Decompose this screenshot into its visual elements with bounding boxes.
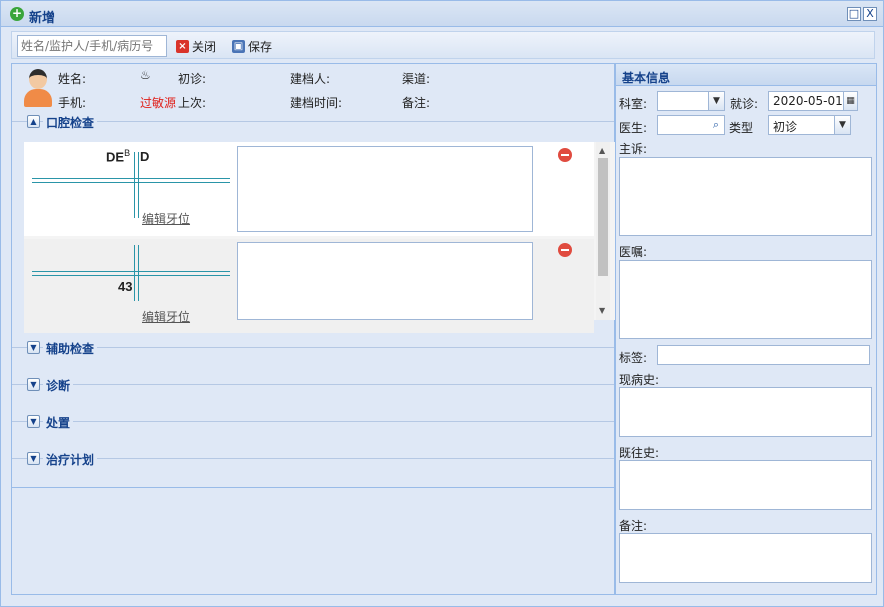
save-icon: ▣ xyxy=(232,39,245,53)
channel-label: 渠道: xyxy=(402,72,431,86)
section-oral-exam[interactable]: ▲ 口腔检查 xyxy=(12,112,614,132)
note-label: 备注: xyxy=(619,519,648,533)
creator-label: 建档人: xyxy=(290,72,331,86)
type-label: 类型 xyxy=(729,121,754,135)
type-value: 初诊 xyxy=(773,120,798,134)
phone-label: 手机: xyxy=(58,96,87,110)
last-visit-label: 上次: xyxy=(178,96,207,110)
tag-input[interactable] xyxy=(657,345,870,365)
section-title: 诊断 xyxy=(43,377,74,394)
dept-label: 科室: xyxy=(619,97,648,111)
exam-row: DEB D 编辑牙位 xyxy=(24,142,594,236)
expand-icon[interactable]: ▼ xyxy=(27,378,40,391)
restore-button[interactable]: □ xyxy=(847,7,861,21)
tooth-chart[interactable]: 43 编辑牙位 xyxy=(24,239,234,333)
window-title: 新增 xyxy=(29,11,56,26)
visit-date-field[interactable]: 2020-05-01 ▦ xyxy=(768,91,858,111)
note-textarea[interactable] xyxy=(619,533,872,583)
scroll-thumb[interactable] xyxy=(598,158,608,276)
complaint-textarea[interactable] xyxy=(619,157,872,236)
close-button[interactable]: × 关闭 xyxy=(176,37,216,55)
toolbar: × 关闭 ▣ 保存 xyxy=(11,31,875,59)
tooth-chart[interactable]: DEB D 编辑牙位 xyxy=(24,142,234,236)
collapse-icon[interactable]: ▲ xyxy=(27,115,40,128)
expand-icon[interactable]: ▼ xyxy=(27,452,40,465)
scroll-up-icon[interactable]: ▲ xyxy=(599,146,605,155)
tag-label: 标签: xyxy=(619,351,648,365)
chevron-down-icon[interactable]: ▼ xyxy=(834,116,850,134)
patient-info: 姓名: ♨ 初诊: 建档人: 渠道: 手机: 过敏源 上次: 建档时间: 备注: xyxy=(12,64,614,112)
avatar xyxy=(22,67,54,109)
type-select[interactable]: 初诊 ▼ xyxy=(768,115,851,135)
section-aux-exam[interactable]: ▼ 辅助检查 xyxy=(12,338,614,358)
patient-search-input[interactable] xyxy=(17,35,167,57)
dept-select[interactable]: ▼ xyxy=(657,91,725,111)
cake-icon: ♨ xyxy=(140,68,151,82)
divider xyxy=(12,487,614,488)
section-title: 辅助检查 xyxy=(43,340,98,357)
name-label: 姓名: xyxy=(58,72,87,86)
tooth-lower-left: 43 xyxy=(118,279,133,294)
scroll-down-icon[interactable]: ▼ xyxy=(599,306,605,315)
dialog-window: + 新增 □ X × 关闭 ▣ 保存 姓名: ♨ 初诊: 建档人: 渠道: 手机… xyxy=(0,0,884,607)
doctor-label: 医生: xyxy=(619,121,648,135)
section-title: 处置 xyxy=(43,414,74,431)
remove-icon[interactable] xyxy=(558,243,572,257)
oral-exam-list: DEB D 编辑牙位 43 编辑牙位 xyxy=(24,142,622,333)
close-icon: × xyxy=(176,39,189,53)
close-button-label: 关闭 xyxy=(192,39,217,54)
remark-label: 备注: xyxy=(402,96,431,110)
first-visit-label: 初诊: xyxy=(178,72,207,86)
created-time-label: 建档时间: xyxy=(290,96,343,110)
past-history-textarea[interactable] xyxy=(619,460,872,510)
record-panel: 姓名: ♨ 初诊: 建档人: 渠道: 手机: 过敏源 上次: 建档时间: 备注:… xyxy=(11,63,622,595)
advice-textarea[interactable] xyxy=(619,260,872,339)
section-title: 治疗计划 xyxy=(43,451,98,468)
edit-tooth-link[interactable]: 编辑牙位 xyxy=(142,308,190,325)
visit-label: 就诊: xyxy=(730,97,759,111)
section-diagnosis[interactable]: ▼ 诊断 xyxy=(12,375,614,395)
remove-icon[interactable] xyxy=(558,148,572,162)
complaint-label: 主诉: xyxy=(619,142,648,156)
doctor-field[interactable]: ⌕ xyxy=(657,115,725,135)
exam-scrollbar[interactable]: ▲ ▼ xyxy=(596,142,610,320)
expand-icon[interactable]: ▼ xyxy=(27,341,40,354)
save-button[interactable]: ▣ 保存 xyxy=(232,37,272,55)
title-bar[interactable]: + 新增 □ X xyxy=(1,1,883,27)
tooth-upper-left: DEB xyxy=(106,148,131,165)
section-plan[interactable]: ▼ 治疗计划 xyxy=(12,449,614,469)
calendar-icon[interactable]: ▦ xyxy=(843,92,857,110)
tooth-upper-right: D xyxy=(140,149,150,164)
basic-info-title: 基本信息 xyxy=(616,64,876,86)
add-icon: + xyxy=(10,6,24,21)
section-title: 口腔检查 xyxy=(43,114,98,131)
expand-icon[interactable]: ▼ xyxy=(27,415,40,428)
exam-row: 43 编辑牙位 xyxy=(24,239,594,333)
present-history-label: 现病史: xyxy=(619,373,660,387)
visit-date-value: 2020-05-01 xyxy=(773,94,843,108)
exam-note-field[interactable] xyxy=(237,146,533,232)
advice-label: 医嘱: xyxy=(619,245,648,259)
allergy-link[interactable]: 过敏源 xyxy=(140,94,176,111)
section-treatment[interactable]: ▼ 处置 xyxy=(12,412,614,432)
close-window-button[interactable]: X xyxy=(863,7,877,21)
present-history-textarea[interactable] xyxy=(619,387,872,437)
search-icon[interactable]: ⌕ xyxy=(708,116,724,134)
past-history-label: 既往史: xyxy=(619,446,660,460)
basic-info-panel: 基本信息 科室: ▼ 就诊: 2020-05-01 ▦ 医生: ⌕ 类型 初诊 … xyxy=(615,63,877,595)
edit-tooth-link[interactable]: 编辑牙位 xyxy=(142,210,190,227)
exam-note-field[interactable] xyxy=(237,242,533,320)
chevron-down-icon[interactable]: ▼ xyxy=(708,92,724,110)
save-button-label: 保存 xyxy=(248,39,273,54)
